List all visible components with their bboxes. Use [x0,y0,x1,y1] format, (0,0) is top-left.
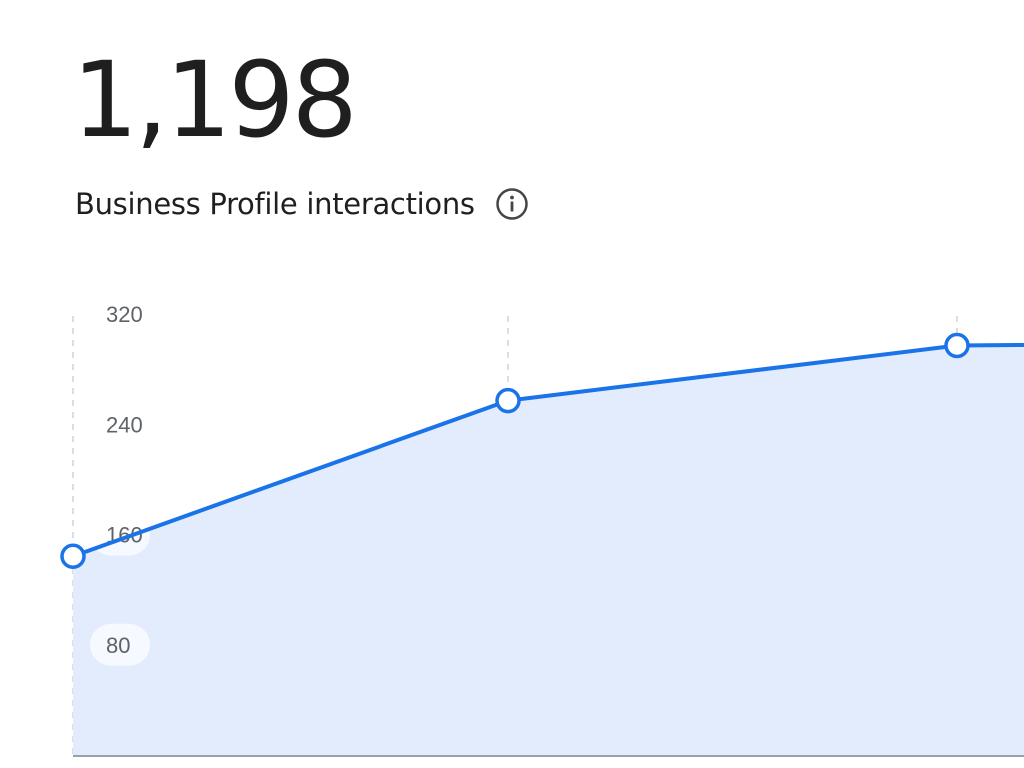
interactions-chart: 320 240 160 80 [0,290,1024,768]
series-area [73,345,1024,756]
data-point[interactable] [944,332,970,359]
y-tick-label: 240 [106,412,143,437]
interactions-card: 1,198 Business Profile interactions 320 2… [0,0,1024,768]
y-tick: 80 [90,623,150,666]
data-point[interactable] [60,543,86,570]
metric-value: 1,198 [72,39,358,161]
y-tick: 320 [106,302,143,327]
info-icon-glyph [496,188,528,220]
info-icon[interactable] [495,187,529,221]
y-tick-label: 320 [106,302,143,327]
metric-label-row: Business Profile interactions [75,184,529,224]
y-tick: 240 [106,412,143,437]
metric-label: Business Profile interactions [75,187,475,221]
interactions-chart-svg: 320 240 160 80 [60,302,1024,757]
y-tick-label: 80 [106,633,130,658]
data-point[interactable] [495,387,521,414]
y-tick: 160 [90,513,150,556]
